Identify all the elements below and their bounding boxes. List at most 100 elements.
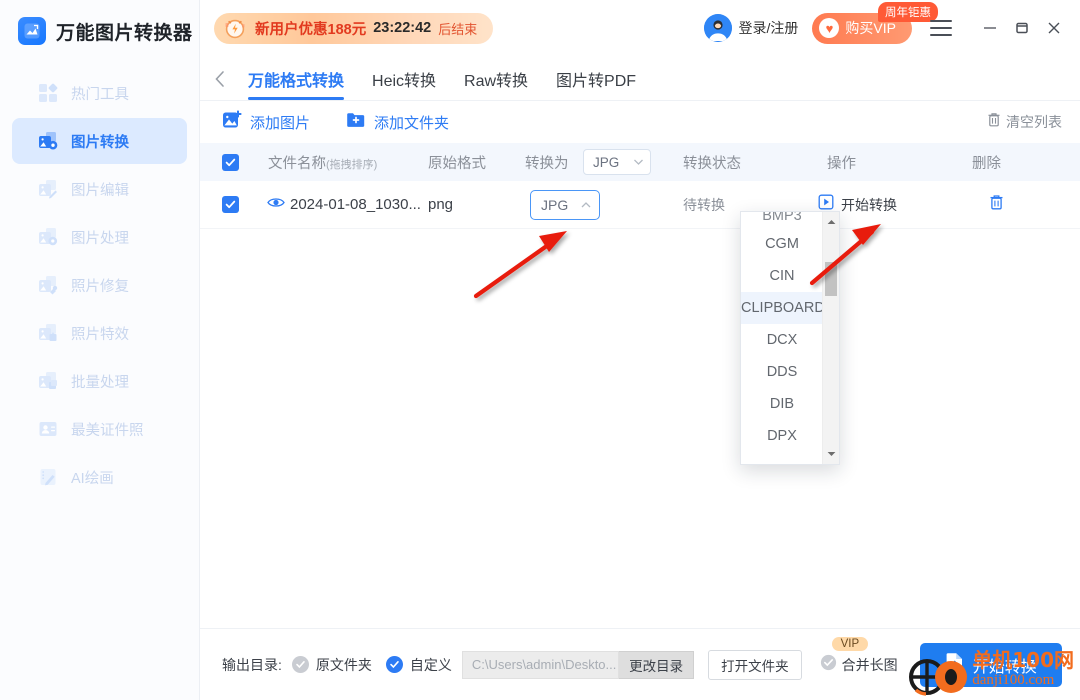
sidebar-item-label: 图片编辑 (71, 182, 129, 199)
table-row[interactable]: 2024-01-08_1030... png JPG 待转换 开始转换 (200, 181, 1080, 229)
buy-vip-button[interactable]: ♥ 购买VIP 周年钜惠 (812, 1, 938, 44)
sidebar-item-ai-paint[interactable]: AI绘画 (12, 454, 187, 500)
vip-diamond-icon: ♥ (819, 18, 840, 38)
row-source-format: png (428, 196, 454, 213)
radio-source-folder[interactable] (291, 656, 309, 673)
merge-long-image-label: 合并长图 (841, 656, 898, 673)
site-watermark: 单机100网 danji100.com (908, 640, 1074, 698)
sidebar-item-image-convert[interactable]: 图片转换 (12, 118, 187, 164)
sidebar-item-image-edit[interactable]: 图片编辑 (12, 166, 187, 212)
column-filename-hint: (拖拽排序) (326, 158, 378, 171)
tab-universal-convert[interactable]: 万能格式转换 (234, 67, 358, 100)
format-option-cgm[interactable]: CGM (741, 228, 823, 260)
batch-process-icon (38, 371, 58, 391)
row-filename: 2024-01-08_1030... (290, 196, 421, 213)
maximize-icon[interactable] (1006, 12, 1038, 44)
alarm-clock-icon (222, 15, 248, 41)
chevron-down-icon (633, 153, 644, 171)
add-image-label: 添加图片 (250, 114, 311, 132)
image-edit-icon (38, 179, 58, 199)
title-bar: 新用户优惠188元 23:22:42 后结束 登录/注册 ♥ 购买VIP 周年钜… (200, 0, 1080, 56)
radio-custom-folder[interactable] (385, 656, 403, 673)
sidebar-item-batch-process[interactable]: 批量处理 (12, 358, 187, 404)
eye-icon[interactable] (267, 196, 285, 213)
app-brand: 万能图片转换器 (0, 0, 199, 45)
image-convert-icon (38, 131, 58, 151)
format-option-cin[interactable]: CIN (741, 260, 823, 292)
close-icon[interactable] (1038, 12, 1070, 44)
watermark-en: danji100.com (972, 671, 1055, 688)
sidebar-item-photo-effects[interactable]: 照片特效 (12, 310, 187, 356)
sidebar-item-label: AI绘画 (71, 470, 114, 487)
sidebar: 万能图片转换器 热门工具 图片转换 图片编辑 图片处理 照片修复 照片特效 批量… (0, 0, 200, 700)
back-chevron-icon[interactable] (206, 64, 234, 94)
sidebar-item-label: 图片处理 (71, 230, 129, 247)
output-path-value: C:\Users\admin\Deskto... (471, 657, 617, 672)
format-option-partial[interactable]: BMP3 (741, 212, 823, 228)
select-all-checkbox[interactable] (222, 153, 239, 171)
row-status: 待转换 (683, 196, 725, 213)
output-dir-label: 输出目录: (222, 656, 282, 673)
promo-title: 新用户优惠188元 (255, 21, 367, 38)
row-format-select[interactable]: JPG (530, 189, 600, 220)
add-folder-icon (346, 110, 366, 135)
action-bar: 添加图片 添加文件夹 清空列表 (200, 101, 1080, 143)
scroll-down-arrow-icon[interactable] (823, 446, 839, 462)
sidebar-item-photo-repair[interactable]: 照片修复 (12, 262, 187, 308)
format-option-dds[interactable]: DDS (741, 356, 823, 388)
sidebar-item-label: 照片特效 (71, 326, 129, 343)
radio-source-folder-label: 原文件夹 (315, 656, 372, 673)
clear-list-button[interactable]: 清空列表 (986, 111, 1062, 133)
column-source-format: 原始格式 (428, 155, 486, 172)
format-option-dib[interactable]: DIB (741, 388, 823, 420)
output-path-field[interactable]: C:\Users\admin\Deskto... (461, 650, 620, 679)
watermark-cn: 单机100网 (972, 647, 1074, 672)
photo-effect-icon (38, 323, 58, 343)
sidebar-item-label: 照片修复 (71, 278, 129, 295)
hot-tools-icon (38, 83, 58, 103)
column-filename-label: 文件名称 (268, 155, 326, 172)
format-option-dpx[interactable]: DPX (741, 420, 823, 452)
header-format-select[interactable]: JPG (583, 149, 651, 175)
merge-vip-badge: VIP (831, 636, 869, 651)
tab-raw-convert[interactable]: Raw转换 (450, 67, 542, 100)
header-format-value: JPG (593, 154, 620, 170)
change-dir-button[interactable]: 更改目录 (619, 650, 695, 679)
tab-bar: 万能格式转换 Heic转换 Raw转换 图片转PDF (200, 56, 1080, 100)
dropdown-scroll-thumb[interactable] (825, 262, 837, 296)
tab-label: 图片转PDF (556, 73, 637, 90)
photo-repair-icon (38, 275, 58, 295)
scroll-up-arrow-icon[interactable] (823, 214, 839, 230)
format-dropdown-menu[interactable]: BMP3 CGM CIN CLIPBOARD DCX DDS DIB DPX (740, 211, 840, 465)
dropdown-scrollbar[interactable] (822, 212, 839, 464)
column-filename: 文件名称(拖拽排序) (268, 152, 377, 173)
tab-heic-convert[interactable]: Heic转换 (358, 67, 450, 100)
sidebar-item-image-process[interactable]: 图片处理 (12, 214, 187, 260)
add-folder-button[interactable]: 添加文件夹 (346, 110, 449, 135)
column-delete: 删除 (972, 155, 1001, 172)
sidebar-item-label: 图片转换 (71, 134, 129, 151)
add-image-button[interactable]: 添加图片 (222, 110, 310, 135)
promo-banner[interactable]: 新用户优惠188元 23:22:42 后结束 (214, 12, 494, 44)
account-label: 登录/注册 (738, 20, 799, 36)
format-option-dcx[interactable]: DCX (741, 324, 823, 356)
row-delete-button[interactable] (988, 193, 1005, 216)
row-checkbox[interactable] (222, 196, 239, 213)
row-format-value: JPG (541, 196, 569, 213)
sidebar-item-id-photo[interactable]: 最美证件照 (12, 406, 187, 452)
app-title: 万能图片转换器 (56, 22, 193, 44)
tab-image-to-pdf[interactable]: 图片转PDF (542, 67, 650, 100)
tab-label: Heic转换 (372, 73, 437, 90)
minimize-icon[interactable] (974, 12, 1006, 44)
format-option-clipboard[interactable]: CLIPBOARD (741, 292, 825, 324)
open-folder-button[interactable]: 打开文件夹 (708, 649, 802, 680)
sidebar-item-hot-tools[interactable]: 热门工具 (12, 70, 187, 116)
column-status: 转换状态 (683, 155, 741, 172)
sidebar-item-label: 最美证件照 (71, 422, 144, 439)
account-login-button[interactable]: 登录/注册 (703, 14, 799, 42)
vip-anniversary-badge: 周年钜惠 (878, 1, 938, 22)
hamburger-menu-icon[interactable] (930, 20, 952, 36)
merge-long-image-option[interactable]: VIP 合并长图 (820, 636, 898, 676)
add-image-icon (222, 110, 242, 135)
tab-label: Raw转换 (464, 73, 529, 90)
